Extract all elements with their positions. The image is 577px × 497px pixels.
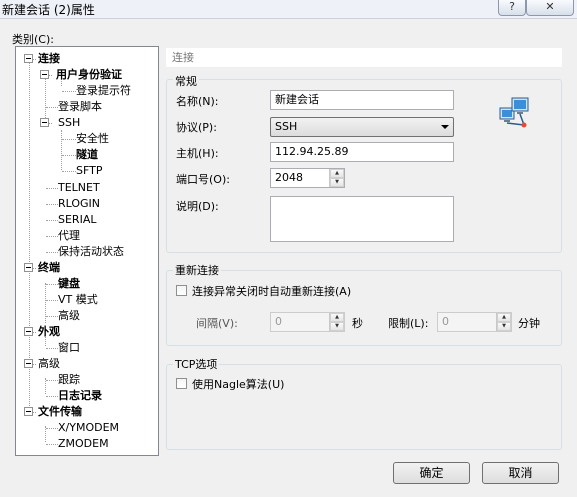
spin-down-icon[interactable]: ▼ [330,322,344,331]
description-label: 说明(D): [176,200,219,213]
tree-item-keepalive[interactable]: 保持活动状态 [58,244,124,260]
limit-unit: 分钟 [518,317,540,330]
collapse-icon[interactable] [24,54,33,63]
tree-item-advanced[interactable]: 高级 [38,356,60,372]
port-value: 2048 [275,171,303,184]
interval-unit: 秒 [352,317,363,330]
port-stepper[interactable]: ▲ ▼ [329,169,344,187]
nagle-checkbox[interactable] [176,378,187,389]
tree-item-tunnel[interactable]: 隧道 [76,147,98,163]
category-label: 类别(C): [12,33,54,46]
protocol-label: 协议(P): [176,121,217,134]
spin-up-icon[interactable]: ▲ [330,169,344,178]
tree-item-keyboard[interactable]: 键盘 [58,276,80,292]
auto-reconnect-label[interactable]: 连接异常关闭时自动重新连接(A) [192,283,351,299]
reconnect-group [166,270,562,346]
host-label: 主机(H): [176,147,219,160]
tree-item-rlogin[interactable]: RLOGIN [58,196,100,212]
tree-item-file-transfer[interactable]: 文件传输 [38,404,82,420]
limit-value: 0 [442,315,449,328]
tree-item-logging[interactable]: 日志记录 [58,388,102,404]
tree-item-terminal[interactable]: 终端 [38,260,60,276]
description-field[interactable] [270,196,454,242]
chevron-down-icon [441,125,449,129]
port-label: 端口号(O): [176,173,230,186]
protocol-select[interactable]: SSH [270,117,454,137]
tree-item-security[interactable]: 安全性 [76,131,109,147]
collapse-icon[interactable] [40,70,49,79]
tree-item-xymodem[interactable]: X/YMODEM [58,420,119,436]
help-button[interactable]: ? [498,0,526,16]
interval-stepper[interactable]: ▲ ▼ [329,313,344,331]
spin-down-icon[interactable]: ▼ [497,322,511,331]
interval-label: 间隔(V): [196,317,238,330]
ok-button[interactable]: 确定 [393,462,470,484]
panel-header: 连接 [166,48,562,67]
limit-label: 限制(L): [388,317,429,330]
tree-item-login-script[interactable]: 登录脚本 [58,99,102,115]
tree-item-window[interactable]: 窗口 [58,340,80,356]
collapse-icon[interactable] [24,407,33,416]
reconnect-group-title: 重新连接 [173,262,221,278]
port-field[interactable]: 2048 ▲ ▼ [270,168,345,188]
name-field[interactable]: 新建会话 [270,90,454,110]
tree-item-sftp[interactable]: SFTP [76,163,102,179]
network-computers-icon [498,96,534,130]
collapse-icon[interactable] [24,327,33,336]
name-label: 名称(N): [176,95,219,108]
spin-up-icon[interactable]: ▲ [497,313,511,322]
interval-field[interactable]: 0 ▲ ▼ [270,312,345,332]
tree-item-appearance[interactable]: 外观 [38,324,60,340]
tree-item-ssh[interactable]: SSH [58,115,80,131]
limit-field[interactable]: 0 ▲ ▼ [437,312,512,332]
limit-stepper[interactable]: ▲ ▼ [496,313,511,331]
collapse-icon[interactable] [24,359,33,368]
tree-item-serial[interactable]: SERIAL [58,212,96,228]
tcp-group-title: TCP选项 [173,356,220,372]
tree-item-user-auth[interactable]: 用户身份验证 [56,67,122,83]
tree-item-trace[interactable]: 跟踪 [58,372,80,388]
cancel-button[interactable]: 取消 [482,462,559,484]
protocol-value: SSH [275,120,298,133]
spin-up-icon[interactable]: ▲ [330,313,344,322]
tree-item-zmodem[interactable]: ZMODEM [58,436,109,452]
tree-item-login-prompt[interactable]: 登录提示符 [76,83,131,99]
interval-value: 0 [275,315,282,328]
close-button[interactable]: ✕ [526,0,574,16]
tree-item-vt-mode[interactable]: VT 模式 [58,292,98,308]
nagle-label[interactable]: 使用Nagle算法(U) [192,376,284,392]
category-tree[interactable]: 连接 用户身份验证 登录提示符 登录脚本 SSH 安全性 隧道 SFTP TEL… [15,46,159,456]
general-group-title: 常规 [173,73,199,89]
host-field[interactable]: 112.94.25.89 [270,142,454,162]
window-title: 新建会话 (2)属性 [2,3,95,17]
tree-item-connection[interactable]: 连接 [38,51,60,67]
tree-item-proxy[interactable]: 代理 [58,228,80,244]
collapse-icon[interactable] [24,263,33,272]
tree-item-terminal-advanced[interactable]: 高级 [58,308,80,324]
auto-reconnect-checkbox[interactable] [176,285,187,296]
collapse-icon[interactable] [40,118,49,127]
tree-item-telnet[interactable]: TELNET [58,180,100,196]
spin-down-icon[interactable]: ▼ [330,178,344,187]
